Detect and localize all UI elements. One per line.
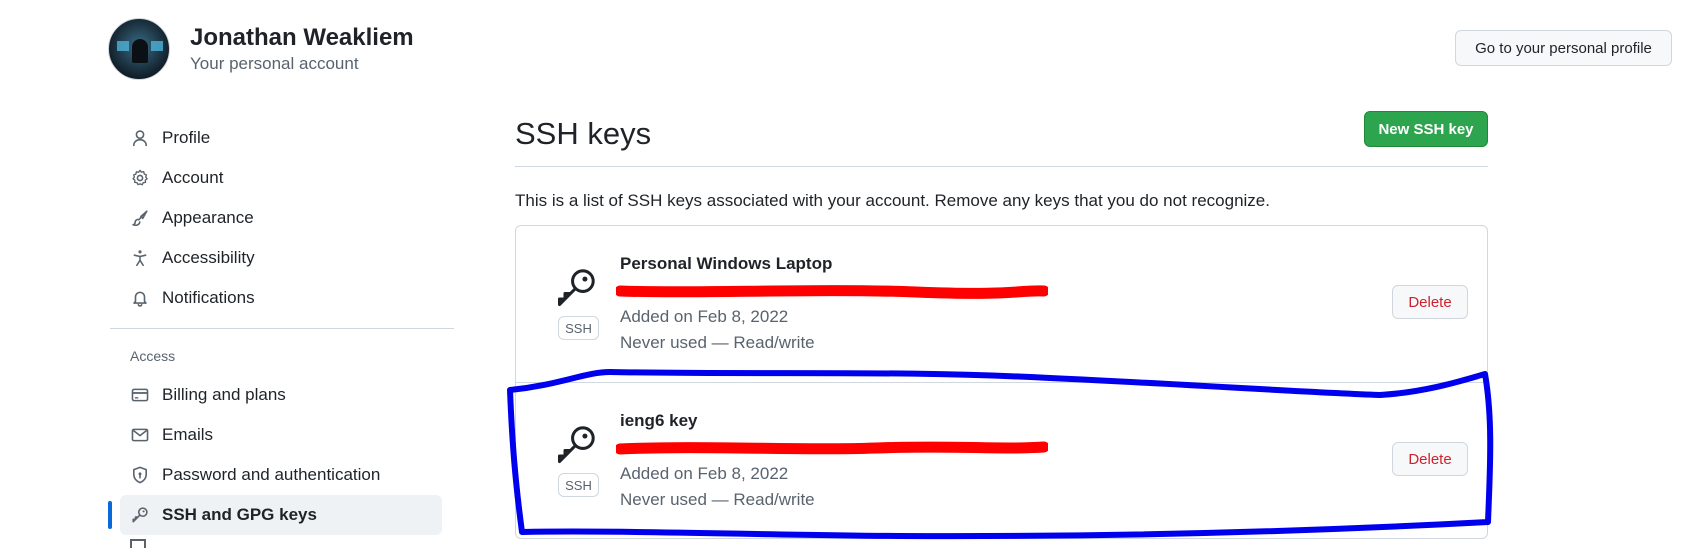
credit-card-icon [130, 385, 150, 405]
key-icon [130, 505, 150, 525]
sidebar-item-password-authentication[interactable]: Password and authentication [110, 455, 454, 495]
person-icon [130, 128, 150, 148]
ssh-key-row: SSH ieng6 key Added on Feb 8, 2022 Never… [516, 382, 1487, 538]
sidebar-item-label: Billing and plans [162, 385, 286, 404]
ssh-key-title: Personal Windows Laptop [620, 254, 833, 273]
sidebar-item-profile[interactable]: Profile [110, 118, 454, 158]
sidebar-item-billing[interactable]: Billing and plans [110, 375, 454, 415]
sidebar-item-label: Accessibility [162, 248, 255, 267]
bell-icon [130, 288, 150, 308]
ssh-key-row: SSH Personal Windows Laptop Added on Feb… [516, 226, 1487, 382]
sidebar-item-label: SSH and GPG keys [162, 505, 317, 524]
delete-key-button[interactable]: Delete [1392, 285, 1468, 319]
sidebar-item-ssh-gpg-keys[interactable]: SSH and GPG keys [108, 495, 442, 535]
sidebar-divider [110, 328, 454, 329]
sidebar-item-label: Password and authentication [162, 465, 381, 484]
ssh-key-added-date: Added on Feb 8, 2022 [620, 464, 789, 483]
sidebar-item-label: Appearance [162, 208, 254, 227]
user-name[interactable]: Jonathan Weakliem [190, 23, 414, 53]
ssh-badge: SSH [558, 473, 599, 497]
account-subtitle: Your personal account [190, 54, 359, 73]
redaction-mark [616, 285, 1048, 299]
new-ssh-key-button[interactable]: New SSH key [1364, 111, 1488, 147]
ssh-key-usage: Never used — Read/write [620, 333, 815, 352]
go-to-profile-button[interactable]: Go to your personal profile [1455, 30, 1672, 66]
delete-key-button[interactable]: Delete [1392, 442, 1468, 476]
key-icon [554, 266, 598, 315]
title-row: SSH keys New SSH key [515, 111, 1488, 156]
redaction-mark [616, 441, 1048, 455]
account-header: Jonathan Weakliem Your personal account [108, 18, 414, 80]
title-divider [515, 166, 1488, 167]
sidebar-item-appearance[interactable]: Appearance [110, 198, 454, 238]
sidebar-item-label: Account [162, 168, 224, 187]
account-header-text: Jonathan Weakliem Your personal account [190, 23, 414, 75]
mail-icon [130, 425, 150, 445]
sidebar-item-notifications[interactable]: Notifications [110, 278, 454, 318]
gear-icon [130, 168, 150, 188]
sidebar-item-label: Emails [162, 425, 214, 444]
ssh-badge: SSH [558, 316, 599, 340]
ssh-keys-section: SSH keys New SSH key This is a list of S… [515, 111, 1488, 539]
accessibility-icon [130, 248, 150, 268]
sidebar-item-label: Notifications [162, 288, 255, 307]
paintbrush-icon [130, 208, 150, 228]
sidebar-item-emails[interactable]: Emails [110, 415, 454, 455]
sidebar-item-label: Profile [162, 128, 211, 147]
key-icon [554, 423, 598, 472]
settings-sidebar: Profile Account Appearance Accessibility… [108, 118, 454, 548]
ssh-key-added-date: Added on Feb 8, 2022 [620, 307, 789, 326]
shield-lock-icon [130, 465, 150, 485]
sidebar-item-partial [110, 535, 454, 548]
ssh-key-list: SSH Personal Windows Laptop Added on Feb… [515, 225, 1488, 539]
avatar[interactable] [108, 18, 170, 80]
ssh-key-usage: Never used — Read/write [620, 490, 815, 509]
ssh-key-title: ieng6 key [620, 411, 698, 430]
ssh-keys-description: This is a list of SSH keys associated wi… [515, 191, 1270, 210]
sidebar-item-accessibility[interactable]: Accessibility [110, 238, 454, 278]
page-title: SSH keys [515, 116, 652, 151]
sidebar-section-access: Access [130, 348, 176, 364]
sidebar-item-account[interactable]: Account [110, 158, 454, 198]
